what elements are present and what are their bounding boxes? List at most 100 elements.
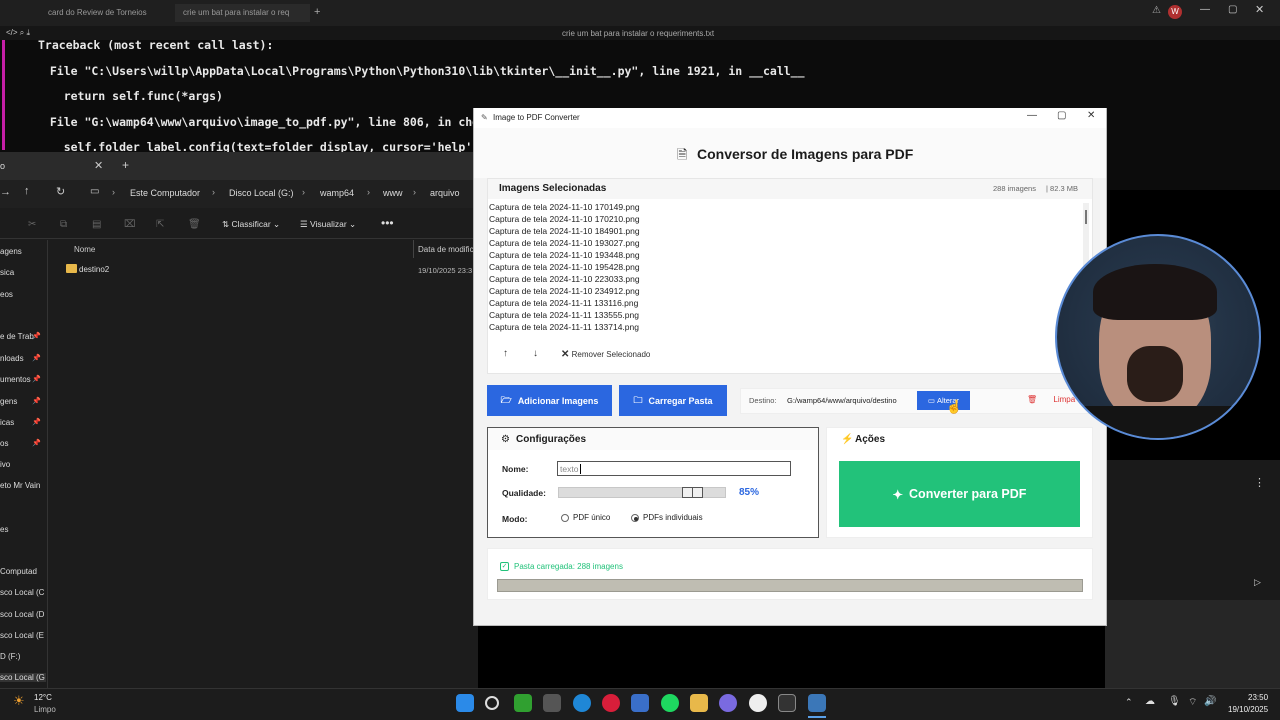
list-item[interactable]: Captura de tela 2024-11-10 223033.png bbox=[489, 274, 640, 284]
app-icon[interactable] bbox=[631, 694, 649, 712]
list-item[interactable]: Captura de tela 2024-11-10 193448.png bbox=[489, 250, 640, 260]
close-icon[interactable]: ✕ bbox=[1087, 110, 1095, 121]
code-icon[interactable]: </> ⌕ ⤓ bbox=[6, 28, 30, 38]
move-up-button[interactable]: ↑ bbox=[503, 348, 508, 359]
browser-tab[interactable]: card do Review de Torneios bbox=[40, 4, 170, 22]
list-item[interactable]: Captura de tela 2024-11-10 234912.png bbox=[489, 286, 640, 296]
table-row[interactable]: destino2 19/10/2025 23:3 bbox=[64, 263, 474, 277]
sidebar-item[interactable]: sco Local (D bbox=[0, 610, 44, 619]
minimize-icon[interactable]: — bbox=[1027, 110, 1037, 121]
clock-date[interactable]: 19/10/2025 bbox=[1228, 705, 1268, 714]
sidebar-item[interactable]: os bbox=[0, 439, 8, 448]
convert-to-pdf-button[interactable]: ✦ Converter para PDF bbox=[839, 461, 1080, 527]
sidebar-item[interactable]: eto Mr Vain bbox=[0, 481, 40, 490]
browser-tab-active[interactable]: crie um bat para instalar o req bbox=[175, 4, 310, 22]
copy-icon[interactable]: ⧉ bbox=[60, 219, 67, 230]
back-icon[interactable]: → bbox=[0, 186, 11, 198]
list-item[interactable]: Captura de tela 2024-11-10 193027.png bbox=[489, 238, 640, 248]
list-item[interactable]: Captura de tela 2024-11-10 170149.png bbox=[489, 202, 640, 212]
delete-icon[interactable]: 🗑 bbox=[188, 219, 201, 230]
sort-button[interactable]: ⇅ Classificar ⌄ bbox=[222, 219, 280, 230]
column-header-name[interactable]: Nome bbox=[74, 245, 95, 254]
rename-icon[interactable]: ⌧ bbox=[124, 219, 136, 230]
quality-slider-thumb[interactable] bbox=[682, 487, 703, 498]
python-icon[interactable] bbox=[808, 694, 826, 712]
sidebar-item[interactable]: eos bbox=[0, 290, 13, 299]
sidebar-item[interactable]: e de Trab bbox=[0, 332, 34, 341]
maximize-icon[interactable]: ▢ bbox=[1057, 110, 1066, 121]
add-images-button[interactable]: 🗁 Adicionar Imagens bbox=[487, 385, 612, 416]
minimize-icon[interactable]: — bbox=[1200, 4, 1210, 15]
weather-desc[interactable]: Limpo bbox=[34, 705, 56, 714]
maximize-icon[interactable]: ▢ bbox=[1228, 4, 1237, 15]
paste-icon[interactable]: ▤ bbox=[92, 219, 101, 230]
opera-icon[interactable] bbox=[602, 694, 620, 712]
list-item[interactable]: Captura de tela 2024-11-11 133555.png bbox=[489, 310, 639, 320]
cloud-icon[interactable]: ☁ bbox=[1145, 696, 1155, 707]
refresh-icon[interactable]: ↻ bbox=[56, 185, 65, 198]
sidebar-item[interactable]: Computad bbox=[0, 567, 37, 576]
folder-icon[interactable] bbox=[690, 694, 708, 712]
microphone-icon[interactable]: 🎙 bbox=[1168, 696, 1181, 707]
breadcrumb-item[interactable]: Este Computador bbox=[130, 188, 200, 198]
load-folder-button[interactable]: 🗀 Carregar Pasta bbox=[619, 385, 727, 416]
spotify-icon[interactable] bbox=[661, 694, 679, 712]
send-icon[interactable]: ▷ bbox=[1254, 577, 1261, 588]
list-item[interactable]: Captura de tela 2024-11-10 184901.png bbox=[489, 226, 640, 236]
sidebar-item[interactable]: sco Local (E bbox=[0, 631, 44, 640]
wifi-icon[interactable]: ⌔ bbox=[1188, 696, 1197, 709]
search-icon[interactable] bbox=[485, 696, 499, 710]
cut-icon[interactable]: ✂ bbox=[28, 219, 36, 230]
scrollbar-thumb[interactable] bbox=[1085, 210, 1087, 224]
column-header-date[interactable]: Data de modific bbox=[418, 245, 474, 254]
more-options-icon[interactable]: ••• bbox=[381, 216, 394, 230]
sidebar-item[interactable]: gens bbox=[0, 397, 17, 406]
sidebar-item-selected[interactable]: sco Local (G bbox=[0, 673, 46, 682]
new-tab-icon[interactable]: + bbox=[122, 158, 129, 172]
name-input[interactable]: texto bbox=[557, 461, 791, 476]
avatar[interactable]: W bbox=[1168, 5, 1182, 19]
sidebar-item[interactable]: nloads bbox=[0, 354, 24, 363]
mode-single-radio[interactable]: PDF único bbox=[561, 513, 610, 522]
list-item[interactable]: Captura de tela 2024-11-10 195428.png bbox=[489, 262, 640, 272]
list-item[interactable]: Captura de tela 2024-11-11 133714.png bbox=[489, 322, 639, 332]
breadcrumb-item[interactable]: wamp64 bbox=[320, 188, 354, 198]
terminal-icon[interactable] bbox=[778, 694, 796, 712]
close-icon[interactable]: ✕ bbox=[1255, 3, 1264, 16]
sidebar-item[interactable]: es bbox=[0, 525, 8, 534]
remove-selected-button[interactable]: ✕ Remover Selecionado bbox=[561, 349, 650, 360]
chevron-up-icon[interactable]: ⌃ bbox=[1125, 697, 1133, 708]
sidebar-item[interactable]: icas bbox=[0, 418, 14, 427]
breadcrumb-item[interactable]: Disco Local (G:) bbox=[229, 188, 294, 198]
sidebar-item[interactable]: umentos bbox=[0, 375, 31, 384]
new-tab-icon[interactable]: + bbox=[314, 6, 320, 18]
app-icon[interactable] bbox=[719, 694, 737, 712]
close-tab-icon[interactable]: ✕ bbox=[94, 159, 103, 172]
mode-individual-radio[interactable]: PDFs individuais bbox=[631, 513, 703, 522]
breadcrumb-item[interactable]: www bbox=[383, 188, 403, 198]
move-down-button[interactable]: ↓ bbox=[533, 348, 538, 359]
alert-icon[interactable]: ⚠ bbox=[1152, 5, 1161, 16]
list-item[interactable]: Captura de tela 2024-11-11 133116.png bbox=[489, 298, 638, 308]
file-listbox[interactable]: Captura de tela 2024-11-10 170149.png Ca… bbox=[488, 202, 1082, 336]
sidebar-item[interactable]: D (F:) bbox=[0, 652, 20, 661]
more-icon[interactable]: ⋮ bbox=[1254, 476, 1265, 489]
sidebar-item[interactable]: agens bbox=[0, 247, 22, 256]
clock-time[interactable]: 23:50 bbox=[1248, 693, 1268, 702]
breadcrumb-item[interactable]: arquivo bbox=[430, 188, 460, 198]
app-icon[interactable] bbox=[749, 694, 767, 712]
sidebar-item[interactable]: ivo bbox=[0, 460, 10, 469]
weather-temp[interactable]: 12°C bbox=[34, 693, 52, 702]
app-icon[interactable] bbox=[543, 694, 561, 712]
sidebar-item[interactable]: sco Local (C bbox=[0, 588, 44, 597]
xbox-icon[interactable] bbox=[514, 694, 532, 712]
up-icon[interactable]: ↑ bbox=[24, 185, 30, 197]
volume-icon[interactable]: 🔊 bbox=[1204, 696, 1216, 707]
share-icon[interactable]: ⇱ bbox=[156, 219, 164, 230]
clear-button[interactable]: 🗑 Limpa bbox=[1027, 395, 1075, 404]
start-icon[interactable] bbox=[456, 694, 474, 712]
quality-slider[interactable] bbox=[558, 487, 726, 498]
sidebar-item[interactable]: sica bbox=[0, 268, 14, 277]
edge-icon[interactable] bbox=[573, 694, 591, 712]
list-item[interactable]: Captura de tela 2024-11-10 170210.png bbox=[489, 214, 640, 224]
